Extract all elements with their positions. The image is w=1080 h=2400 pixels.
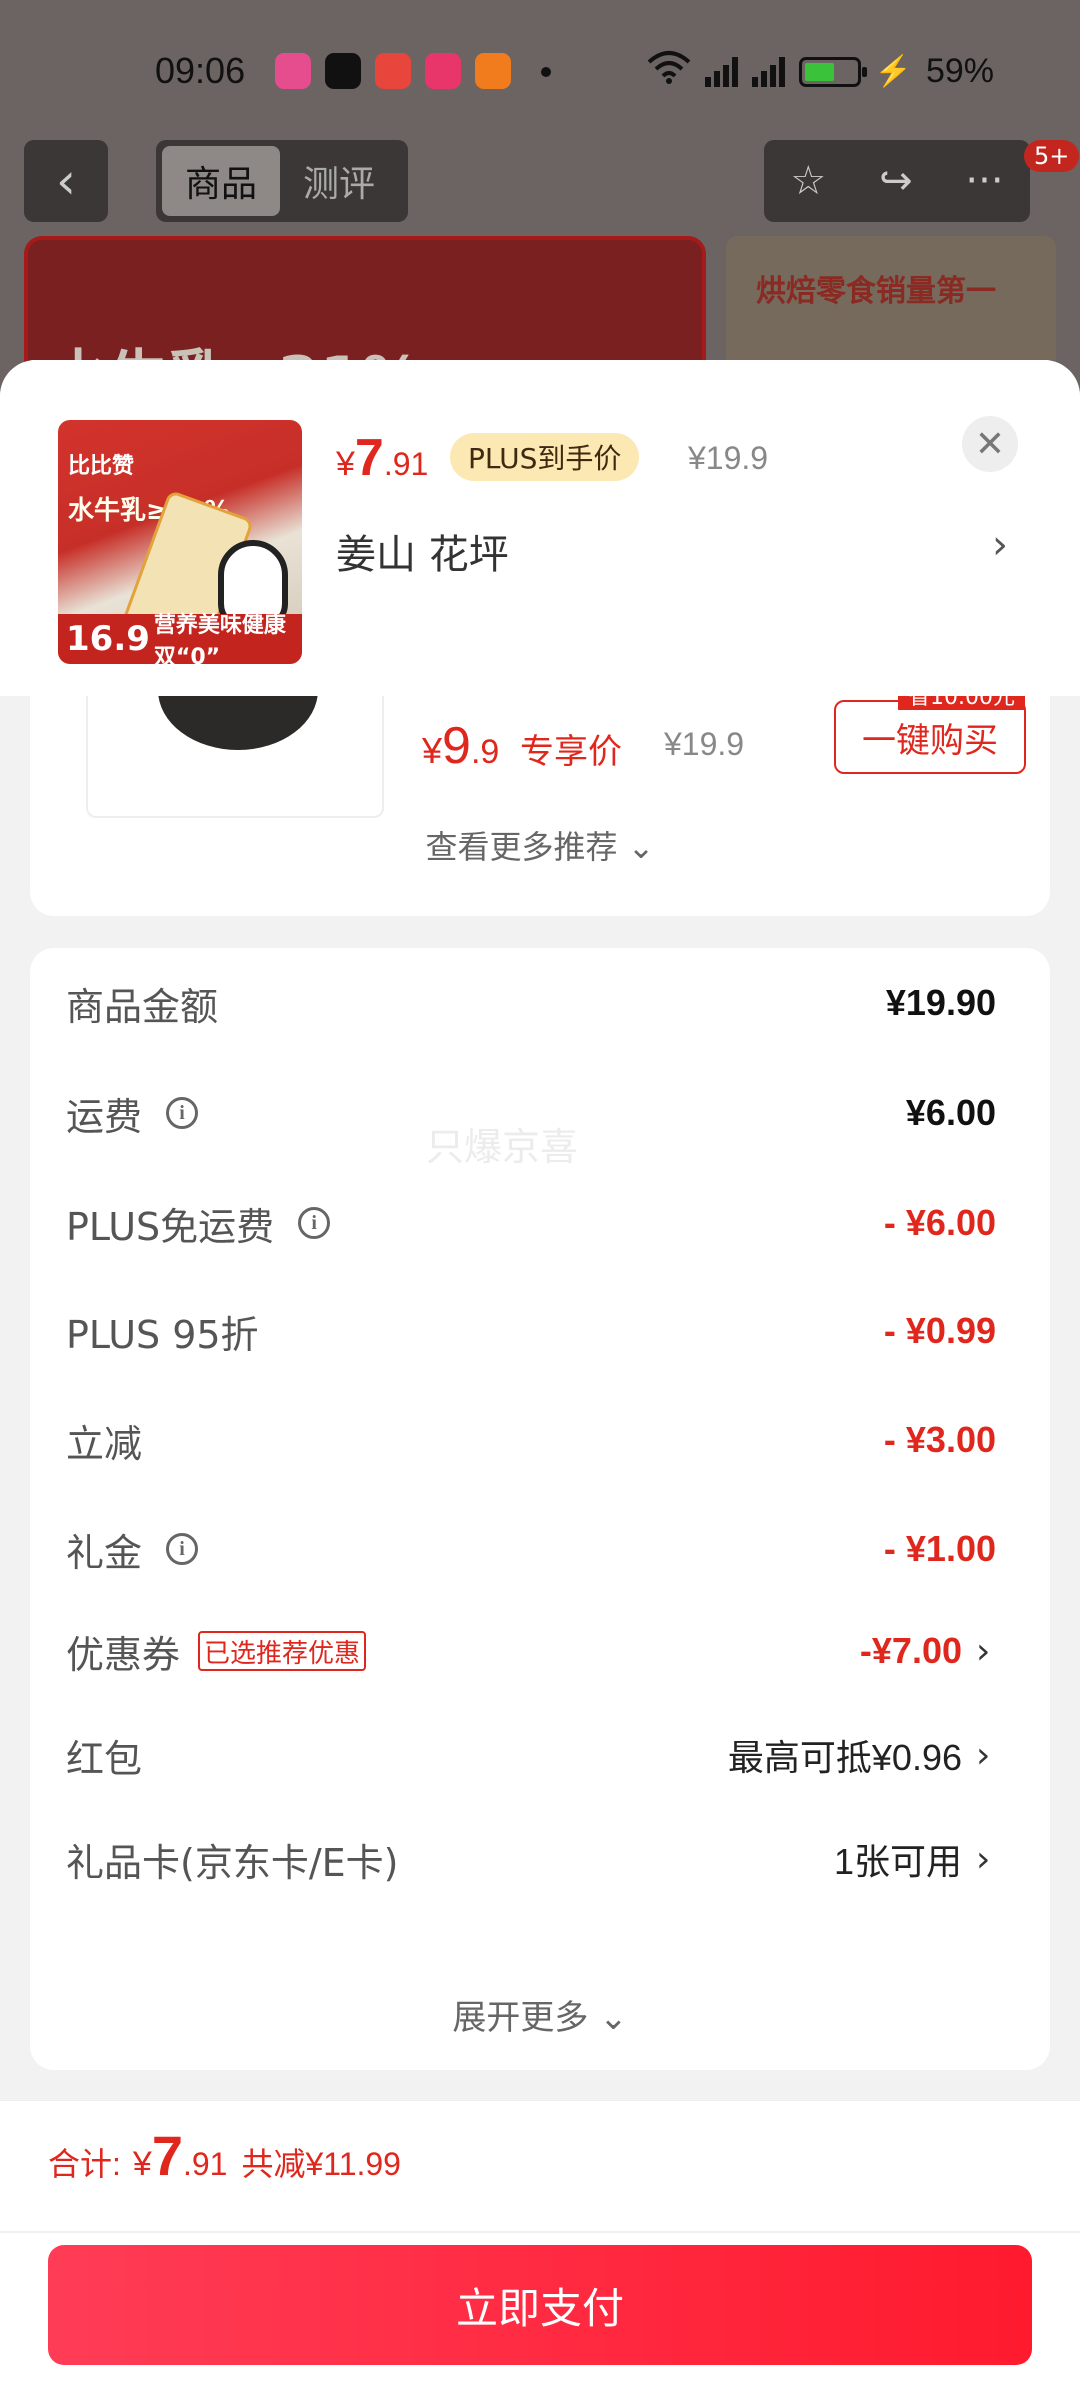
fee-value: -¥7.00 bbox=[859, 1630, 962, 1671]
one-click-buy-button[interactable]: 一键购买 bbox=[834, 700, 1026, 774]
fee-row-shipping: 运费 i ¥6.00 bbox=[66, 1078, 996, 1148]
plus-price-tag: PLUS到手价 bbox=[450, 433, 640, 481]
price-decimal: .91 bbox=[383, 446, 429, 482]
fee-label: 优惠券 已选推荐优惠 bbox=[66, 1624, 367, 1679]
checkout-footer: 合计: ¥ 7 .91 共减¥11.99 立即支付 bbox=[0, 2100, 1080, 2400]
product-price: ¥ 7 .91 bbox=[336, 428, 428, 488]
status-right: ⚡ 59% bbox=[647, 50, 994, 93]
favorite-star-icon[interactable]: ☆ bbox=[790, 158, 826, 204]
fee-label: 商品金额 bbox=[66, 984, 219, 1029]
fee-row-coupon[interactable]: 优惠券 已选推荐优惠 -¥7.00 › bbox=[66, 1616, 996, 1686]
price-integer: 9 bbox=[442, 717, 471, 775]
fee-value: 1张可用 bbox=[833, 1841, 962, 1882]
price-symbol: ¥ bbox=[422, 730, 443, 771]
fee-value: - ¥1.00 bbox=[883, 1528, 996, 1569]
total-decimal: .91 bbox=[182, 2146, 228, 2182]
fee-row-plus-free-shipping: PLUS免运费 i - ¥6.00 bbox=[66, 1188, 996, 1258]
battery-icon bbox=[798, 56, 867, 87]
fee-value: - ¥3.00 bbox=[883, 1419, 996, 1460]
checkout-sheet: 比比赞 水牛乳≥21% 16.9 营养美味健康双“0” ¥ 7 .91 PLUS… bbox=[0, 360, 1080, 2400]
divider bbox=[0, 2231, 1080, 2233]
info-icon[interactable]: i bbox=[166, 1097, 199, 1129]
fee-value: - ¥6.00 bbox=[883, 1202, 996, 1243]
fee-value: 最高可抵¥0.96 bbox=[727, 1737, 962, 1778]
close-icon: ✕ bbox=[974, 423, 1006, 465]
fee-label: PLUS免运费 i bbox=[66, 1196, 331, 1251]
fee-breakdown-card: 只爆京喜 商品金额 ¥19.90 运费 i ¥6.00 PLUS免运费 i - ¥6… bbox=[30, 948, 1050, 2070]
chevron-right-icon: › bbox=[976, 1838, 991, 1880]
info-icon[interactable]: i bbox=[298, 1207, 331, 1239]
app-notification-icon bbox=[275, 53, 311, 89]
total-summary: 合计: ¥ 7 .91 共减¥11.99 bbox=[48, 2123, 401, 2188]
price-symbol: ¥ bbox=[336, 445, 355, 483]
product-thumbnail: 比比赞 水牛乳≥21% 16.9 营养美味健康双“0” bbox=[58, 420, 302, 664]
pay-now-button[interactable]: 立即支付 bbox=[48, 2245, 1032, 2365]
price-symbol: ¥ bbox=[132, 2145, 152, 2183]
signal-5g-icon bbox=[704, 56, 738, 87]
share-icon[interactable]: ↪ bbox=[879, 158, 913, 204]
recommended-product-image[interactable] bbox=[86, 690, 384, 818]
thumbnail-brand: 比比赞 bbox=[68, 454, 135, 479]
message-badge: 5+ bbox=[1024, 140, 1080, 172]
fee-label: PLUS 95折 bbox=[66, 1312, 259, 1357]
recommended-original-price: ¥19.9 bbox=[664, 726, 745, 762]
signal-5g-icon bbox=[751, 56, 785, 87]
taobao-icon bbox=[425, 53, 461, 89]
expand-more-link[interactable]: 展开更多 ⌄ bbox=[30, 1990, 1050, 2039]
fee-label: 礼金 i bbox=[66, 1522, 199, 1577]
status-bar: 09:06 ⚡ 59% bbox=[0, 0, 1080, 140]
price-decimal: .9 bbox=[470, 733, 500, 771]
fee-value: ¥19.90 bbox=[885, 982, 996, 1023]
fee-value: ¥6.00 bbox=[905, 1092, 996, 1133]
sheet-header: 比比赞 水牛乳≥21% 16.9 营养美味健康双“0” ¥ 7 .91 PLUS… bbox=[0, 360, 1080, 696]
more-notifications-dot-icon bbox=[541, 67, 551, 77]
thumbnail-slogan: 营养美味健康双“0” bbox=[153, 613, 286, 664]
fee-label: 运费 i bbox=[66, 1086, 199, 1141]
fee-label: 红包 bbox=[66, 1736, 143, 1781]
fee-row-goods-amount: 商品金额 ¥19.90 bbox=[66, 968, 996, 1038]
chevron-right-icon: › bbox=[976, 1630, 991, 1672]
exclusive-price-label: 专享价 bbox=[520, 732, 622, 772]
fee-label: 礼品卡(京东卡/E卡) bbox=[66, 1840, 399, 1885]
total-integer: 7 bbox=[151, 2124, 183, 2187]
fee-value: - ¥0.99 bbox=[883, 1310, 996, 1351]
back-button[interactable]: ‹ bbox=[24, 140, 108, 222]
notification-icons bbox=[275, 53, 551, 89]
chevron-right-icon[interactable]: › bbox=[992, 522, 1008, 568]
fee-label: 立减 bbox=[66, 1421, 143, 1466]
total-saved: 共减¥11.99 bbox=[241, 2146, 401, 2182]
fee-row-plus-discount: PLUS 95折 - ¥0.99 bbox=[66, 1296, 996, 1366]
info-icon[interactable]: i bbox=[166, 1533, 199, 1565]
wifi-icon bbox=[647, 50, 691, 93]
close-button[interactable]: ✕ bbox=[962, 416, 1018, 472]
more-dots-icon[interactable]: ··· bbox=[965, 158, 1003, 204]
fee-row-red-packet[interactable]: 红包 最高可抵¥0.96 › bbox=[66, 1720, 996, 1790]
original-price: ¥19.9 bbox=[688, 440, 769, 476]
sales-rank-text: 烘焙零食销量第一 bbox=[756, 274, 996, 309]
thumbnail-price: 16.9 bbox=[66, 619, 150, 659]
fee-row-gift-money: 礼金 i - ¥1.00 bbox=[66, 1514, 996, 1584]
fee-row-gift-card[interactable]: 礼品卡(京东卡/E卡) 1张可用 › bbox=[66, 1824, 996, 1894]
battery-percent: 59% bbox=[925, 52, 994, 90]
more-recommendations-link[interactable]: 查看更多推荐 ⌄ bbox=[30, 822, 1050, 868]
app-notification-icon bbox=[375, 53, 411, 89]
chevron-right-icon: › bbox=[976, 1734, 991, 1776]
recommended-price: ¥ 9 .9 bbox=[422, 716, 499, 776]
total-label: 合计: bbox=[48, 2146, 121, 2182]
price-integer: 7 bbox=[354, 429, 384, 487]
app-notification-icon bbox=[475, 53, 511, 89]
charging-icon: ⚡ bbox=[874, 55, 912, 88]
thumbnail-footer: 16.9 营养美味健康双“0” bbox=[58, 613, 302, 664]
top-tabs: 商品 测评 bbox=[156, 140, 408, 222]
tab-review[interactable]: 测评 bbox=[280, 146, 398, 216]
tab-product[interactable]: 商品 bbox=[162, 146, 280, 216]
status-time: 09:06 bbox=[155, 50, 246, 91]
product-spec[interactable]: 姜山 花坪 bbox=[336, 522, 509, 580]
fee-row-instant-reduction: 立减 - ¥3.00 bbox=[66, 1405, 996, 1475]
coupon-selected-tag: 已选推荐优惠 bbox=[198, 1631, 367, 1671]
top-actions: ☆ ↪ ··· bbox=[764, 140, 1030, 222]
tiktok-icon bbox=[325, 53, 361, 89]
chevron-left-icon: ‹ bbox=[56, 152, 76, 210]
